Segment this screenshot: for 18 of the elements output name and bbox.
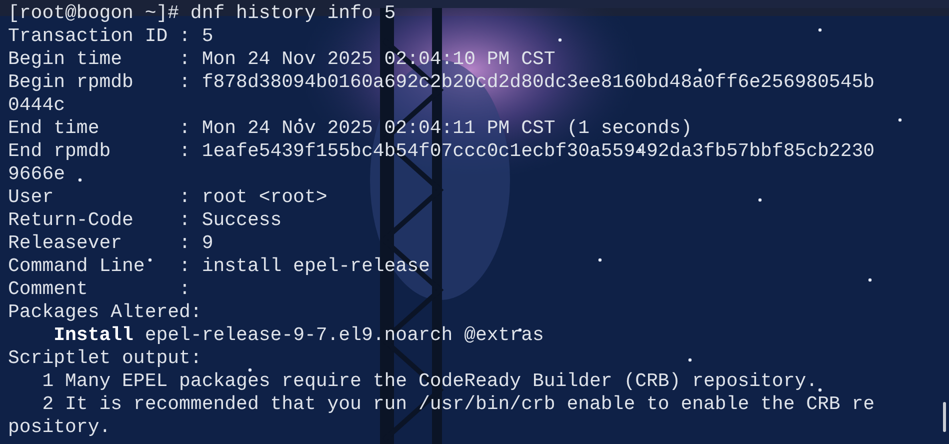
terminal-line: 2 It is recommended that you run /usr/bin/crb enable to enable the CRB re xyxy=(41,393,875,416)
terminal-line: Command Line : install epel-release xyxy=(8,255,430,278)
terminal-line: Install epel-release-9-7.el9.noarch @extras xyxy=(52,324,544,347)
terminal-line: Packages Altered: xyxy=(8,301,202,324)
terminal-line: Comment : xyxy=(8,278,190,301)
terminal-line: 9666e xyxy=(8,163,66,186)
terminal-line: 0444c xyxy=(8,94,66,117)
terminal-line: Return-Code : Success xyxy=(8,209,282,232)
terminal-line: 1 Many EPEL packages require the CodeReady Builder (CRB) repository. xyxy=(41,370,818,393)
terminal-line: End time : Mon 24 Nov 2025 02:04:11 PM CST (1 seconds) xyxy=(8,117,692,140)
terminal-line: Scriptlet output: xyxy=(8,347,202,370)
terminal-line: Transaction ID : 5 xyxy=(8,25,214,48)
terminal-line: Releasever : 9 xyxy=(8,232,214,255)
terminal-line: End rpmdb : 1eafe5439f155bc4b54f07ccc0c1ecbf30a559492da3fb57bbf85cb2230 xyxy=(8,140,875,163)
scrollbar-thumb[interactable] xyxy=(943,402,946,432)
terminal-line: pository. xyxy=(8,416,111,439)
terminal-line: User : root <root> xyxy=(8,186,328,209)
terminal-line: [root@bogon ~]# dnf history info 5 xyxy=(8,2,396,25)
